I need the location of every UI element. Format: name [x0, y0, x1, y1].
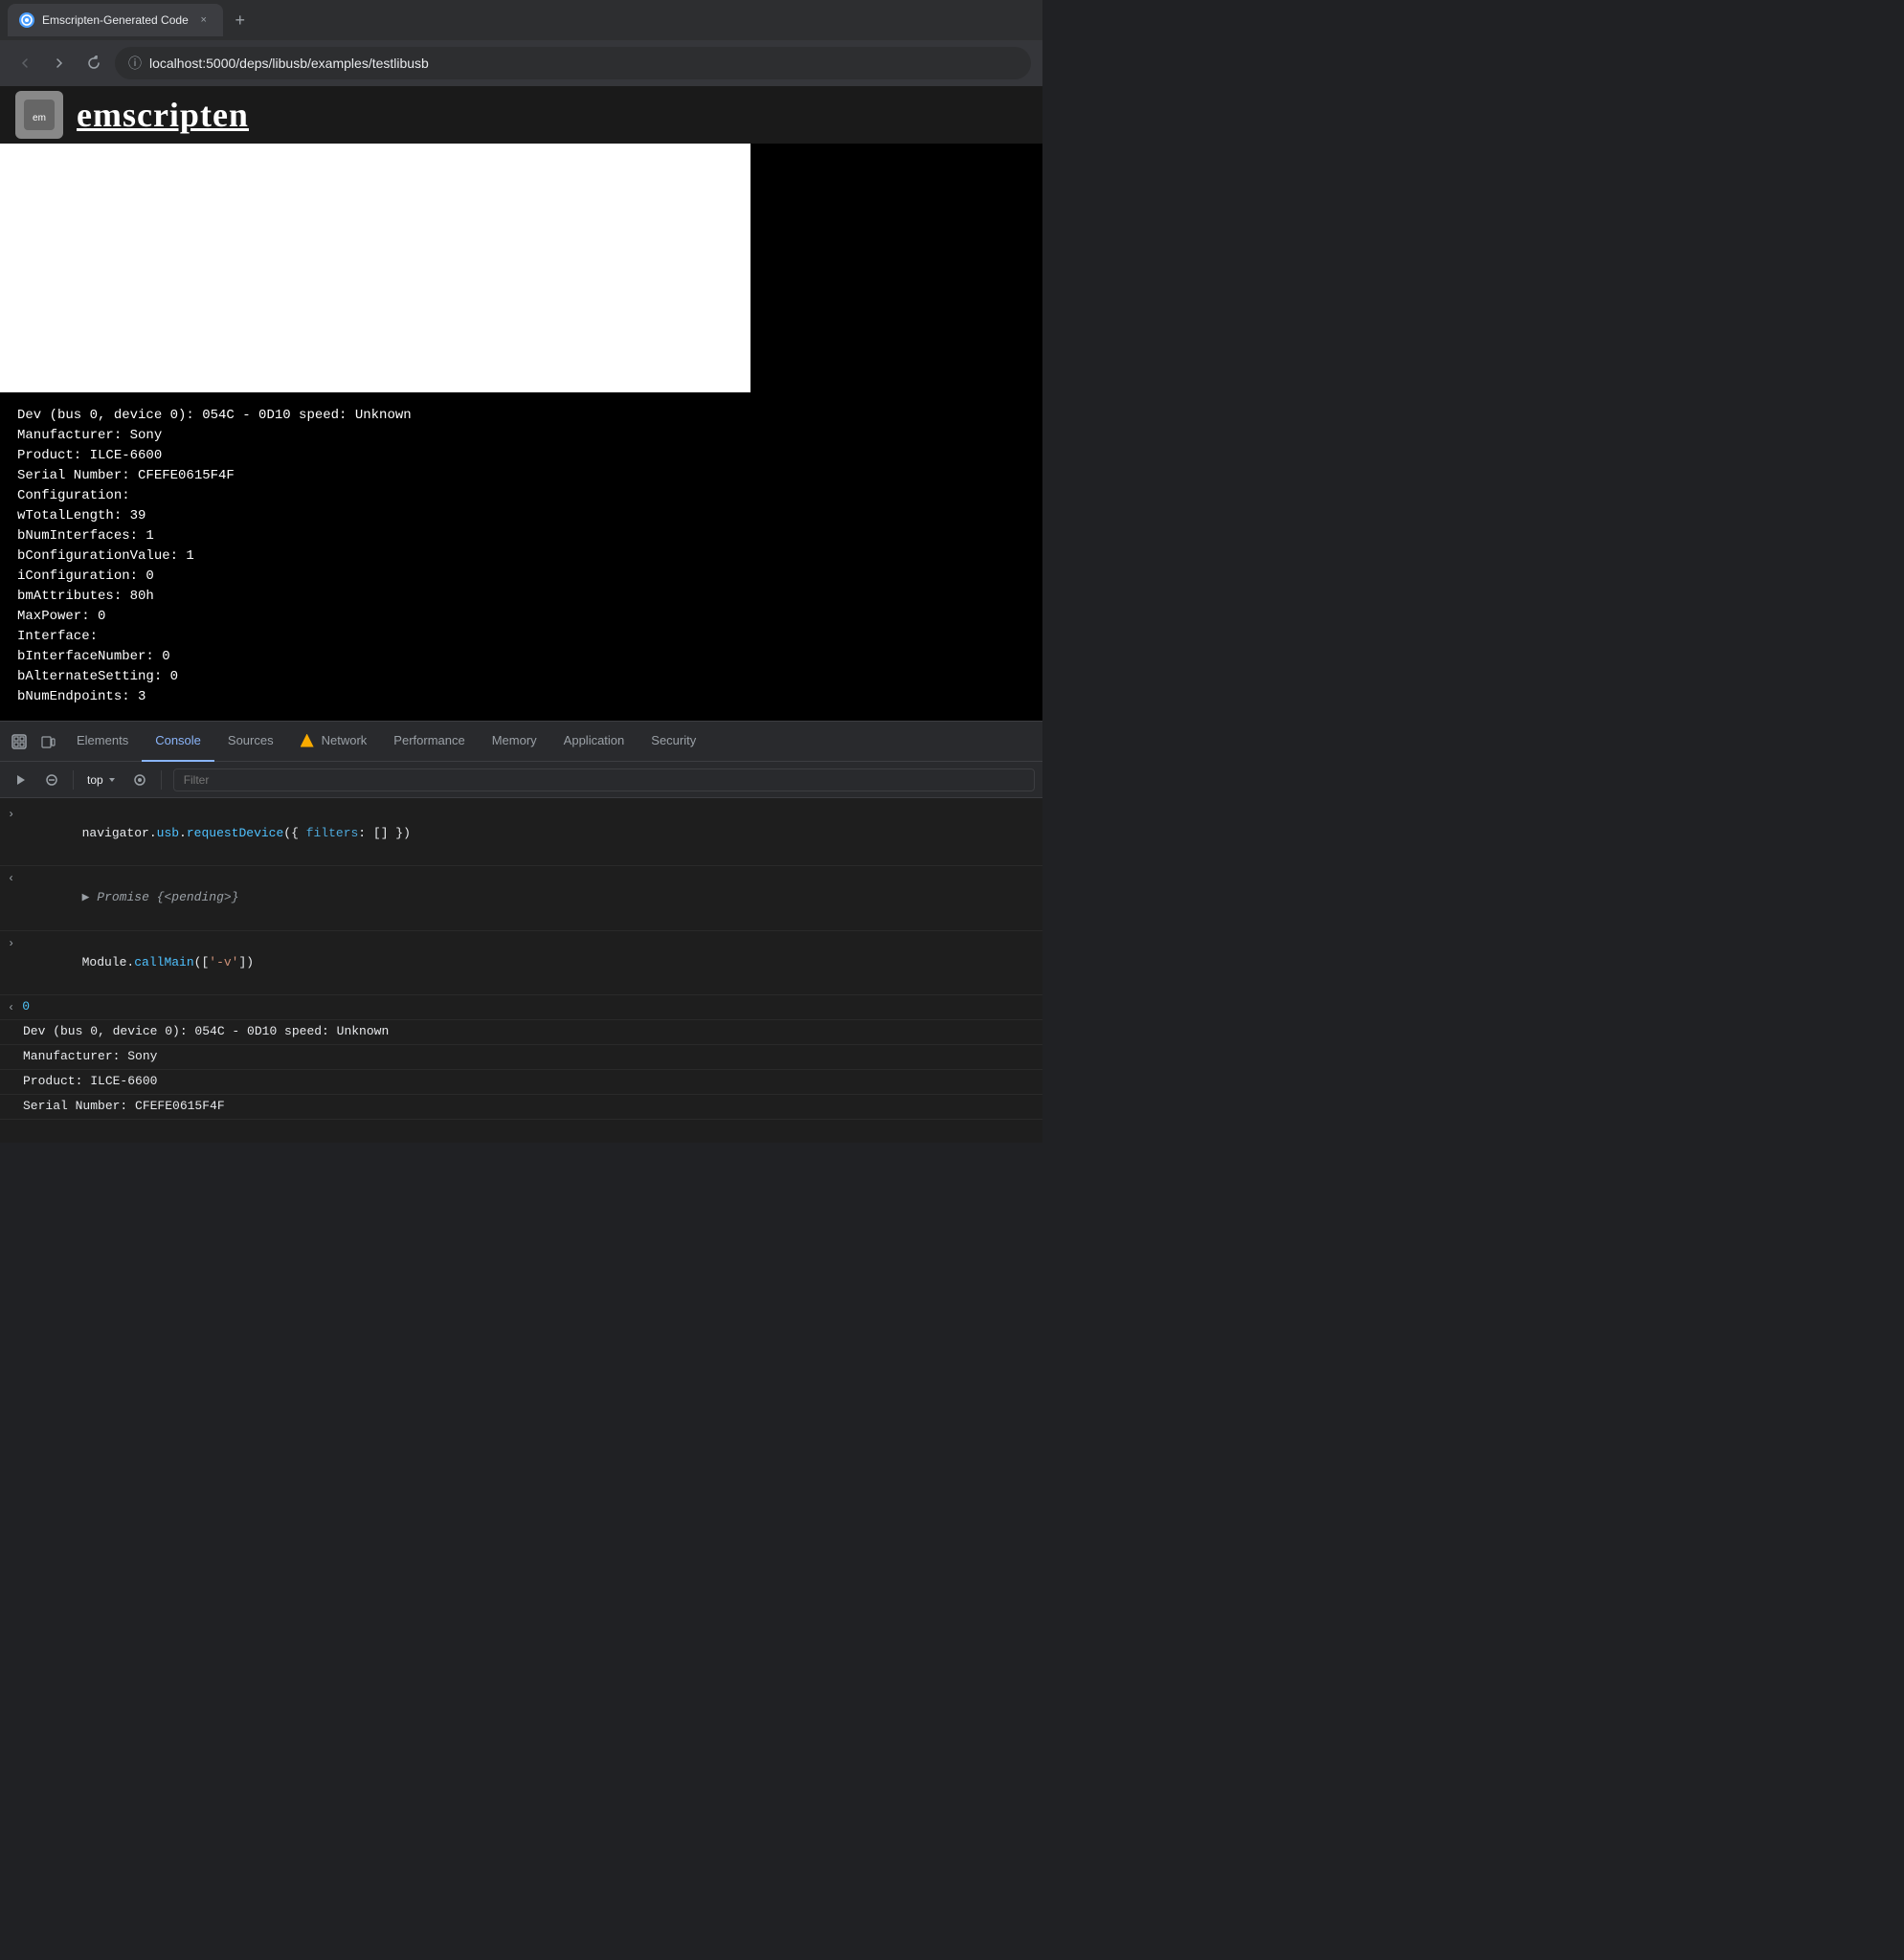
- svg-text:em: em: [33, 113, 46, 123]
- browser-chrome: Emscripten-Generated Code × + ⓘ localhos…: [0, 0, 1042, 86]
- console-arrow-right: ›: [8, 804, 14, 824]
- tab-bar: Emscripten-Generated Code × +: [0, 0, 1042, 40]
- console-output-dev-line: Dev (bus 0, device 0): 054C - 0D10 speed…: [0, 1020, 1042, 1045]
- console-filter-input[interactable]: [173, 768, 1035, 791]
- show-live-expressions-button[interactable]: [126, 767, 153, 793]
- terminal-line: Product: ILCE-6600: [17, 446, 1025, 466]
- tab-title: Emscripten-Generated Code: [42, 13, 189, 27]
- terminal-line: Configuration:: [17, 486, 1025, 506]
- terminal-line: Manufacturer: Sony: [17, 426, 1025, 446]
- terminal-line: bInterfaceNumber: 0: [17, 647, 1025, 667]
- console-promise-text: ▶ Promise {<pending>}: [22, 868, 238, 927]
- emscripten-title: emscripten: [77, 95, 249, 135]
- reload-button[interactable]: [80, 50, 107, 77]
- page-header: em emscripten: [0, 86, 1042, 144]
- terminal-line: Serial Number: CFEFE0615F4F: [17, 466, 1025, 486]
- devtools-panel: Elements Console Sources Network Perform…: [0, 721, 1042, 1143]
- browser-tab[interactable]: Emscripten-Generated Code ×: [8, 4, 223, 36]
- address-bar-row: ⓘ localhost:5000/deps/libusb/examples/te…: [0, 40, 1042, 86]
- console-output-manufacturer-line: Manufacturer: Sony: [0, 1045, 1042, 1070]
- terminal-line: bConfigurationValue: 1: [17, 546, 1025, 567]
- toolbar-separator-2: [161, 770, 162, 790]
- terminal-output: Dev (bus 0, device 0): 054C - 0D10 speed…: [0, 392, 1042, 721]
- page-black-area: [750, 144, 1042, 392]
- terminal-line: Dev (bus 0, device 0): 054C - 0D10 speed…: [17, 406, 1025, 426]
- console-output-line: ‹ ▶ Promise {<pending>}: [0, 866, 1042, 930]
- tab-sources[interactable]: Sources: [214, 722, 287, 762]
- console-input-text: navigator.usb.requestDevice({ filters: […: [22, 804, 411, 863]
- back-button[interactable]: [11, 50, 38, 77]
- page-canvas: [0, 144, 750, 392]
- url-text: localhost:5000/deps/libusb/examples/test…: [149, 56, 429, 71]
- console-toolbar: top: [0, 762, 1042, 798]
- console-arrow-right-2: ›: [8, 933, 14, 953]
- console-output-area: › navigator.usb.requestDevice({ filters:…: [0, 798, 1042, 1143]
- inspect-element-button[interactable]: [6, 728, 33, 755]
- terminal-line: wTotalLength: 39: [17, 506, 1025, 526]
- terminal-line: bAlternateSetting: 0: [17, 667, 1025, 687]
- terminal-line: Interface:: [17, 627, 1025, 647]
- emscripten-logo: em: [15, 91, 63, 139]
- tab-security[interactable]: Security: [638, 722, 709, 762]
- address-bar[interactable]: ⓘ localhost:5000/deps/libusb/examples/te…: [115, 47, 1031, 79]
- new-tab-button[interactable]: +: [227, 7, 254, 33]
- device-toolbar-button[interactable]: [34, 728, 61, 755]
- console-output-product-line: Product: ILCE-6600: [0, 1070, 1042, 1095]
- tab-application[interactable]: Application: [550, 722, 638, 762]
- terminal-line: iConfiguration: 0: [17, 567, 1025, 587]
- tab-memory[interactable]: Memory: [479, 722, 550, 762]
- clear-console-button[interactable]: [38, 767, 65, 793]
- tab-elements[interactable]: Elements: [63, 722, 142, 762]
- console-input-line: › navigator.usb.requestDevice({ filters:…: [0, 802, 1042, 866]
- terminal-line: bNumInterfaces: 1: [17, 526, 1025, 546]
- console-input-text-2: Module.callMain(['-v']): [22, 933, 254, 992]
- terminal-line: MaxPower: 0: [17, 607, 1025, 627]
- secure-icon: ⓘ: [128, 54, 142, 73]
- context-selector[interactable]: top: [81, 769, 123, 791]
- tab-performance[interactable]: Performance: [380, 722, 478, 762]
- console-return-value: 0: [22, 997, 30, 1017]
- tab-console[interactable]: Console: [142, 722, 214, 762]
- console-output-serial-line: Serial Number: CFEFE0615F4F: [0, 1095, 1042, 1120]
- run-script-button[interactable]: [8, 767, 34, 793]
- devtools-tab-bar: Elements Console Sources Network Perform…: [0, 722, 1042, 762]
- terminal-line: bNumEndpoints: 3: [17, 687, 1025, 707]
- toolbar-separator: [73, 770, 74, 790]
- terminal-line: bmAttributes: 80h: [17, 587, 1025, 607]
- warning-icon: [301, 734, 314, 747]
- console-return-line: ‹ 0: [0, 995, 1042, 1020]
- tab-favicon: [19, 12, 34, 28]
- console-arrow-left: ‹: [8, 868, 14, 888]
- page-area: [0, 144, 1042, 392]
- console-input-line-2: › Module.callMain(['-v']): [0, 931, 1042, 995]
- tab-close-button[interactable]: ×: [196, 12, 212, 28]
- console-arrow-left-2: ‹: [8, 997, 14, 1017]
- tab-network[interactable]: Network: [287, 722, 381, 762]
- forward-button[interactable]: [46, 50, 73, 77]
